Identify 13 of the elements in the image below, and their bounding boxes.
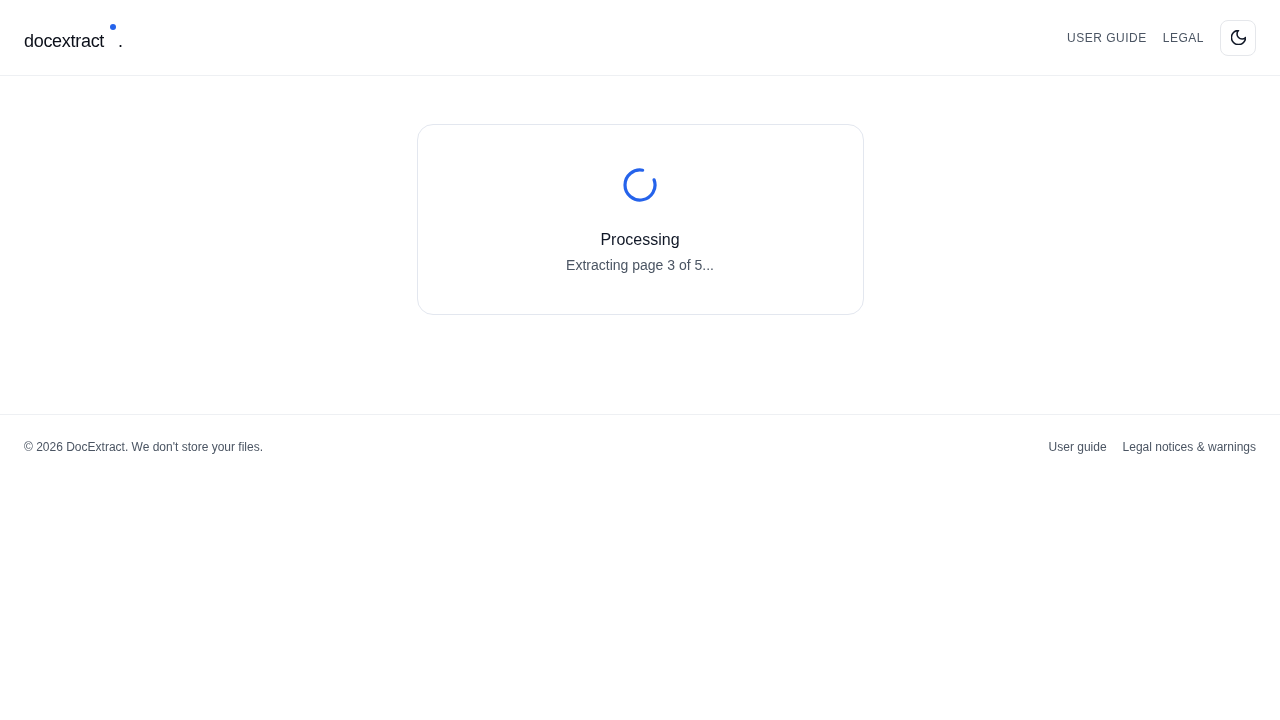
status-title: Processing: [600, 230, 680, 250]
nav-link[interactable]: USER GUIDE: [1067, 30, 1147, 45]
theme-toggle-button[interactable]: [1220, 19, 1256, 56]
logo-text: docextract: [24, 29, 105, 52]
status-message: Extracting page 3 of 5...: [566, 256, 714, 274]
moon-icon: [1230, 30, 1246, 45]
footer-link[interactable]: Legal notices & warnings: [1122, 439, 1256, 455]
loading-spinner-icon: [623, 168, 657, 202]
nav-link[interactable]: LEGAL: [1162, 30, 1204, 45]
logo-period: .: [118, 29, 124, 52]
copyright-text: © 2026 DocExtract. We don't store your files.: [24, 439, 263, 455]
dot-icon: [110, 23, 117, 30]
footer-link[interactable]: User guide: [1048, 439, 1107, 455]
